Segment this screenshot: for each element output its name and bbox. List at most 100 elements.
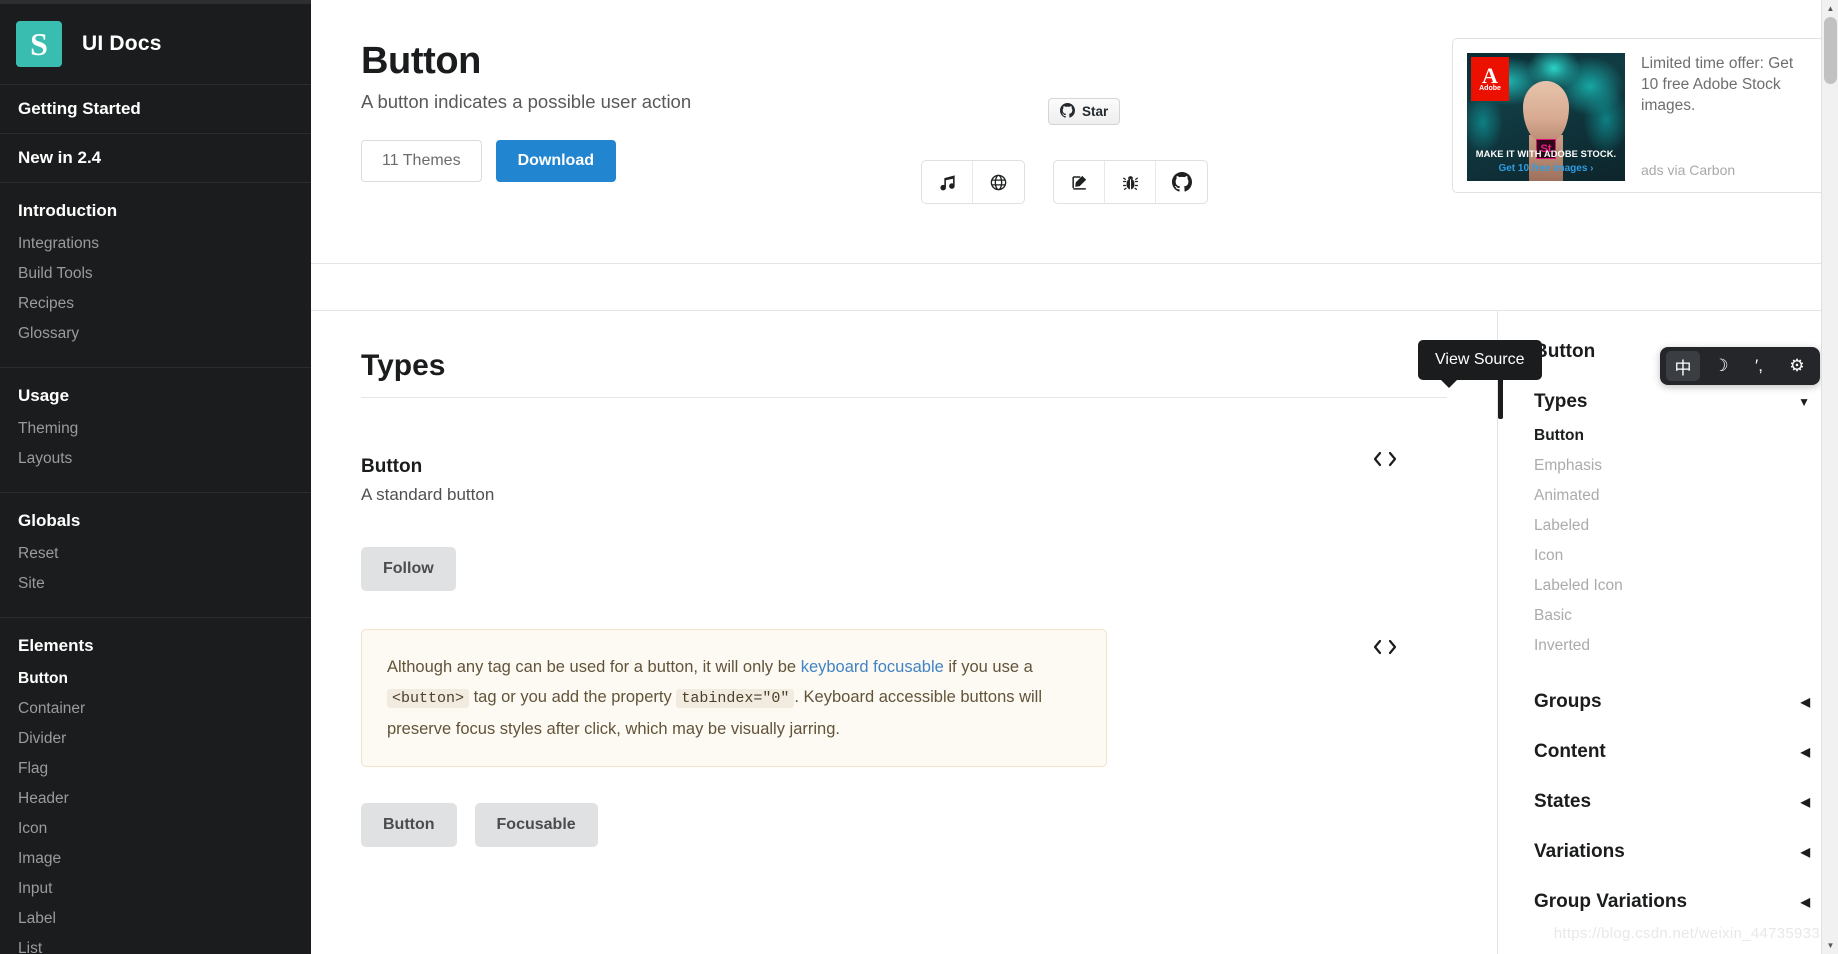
section-heading-types: Types bbox=[361, 349, 446, 382]
note-text-3: tag or you add the property bbox=[469, 688, 677, 706]
sidebar-item-integrations[interactable]: Integrations bbox=[0, 229, 311, 259]
github-icon[interactable] bbox=[1156, 161, 1207, 203]
brand-block[interactable]: S UI Docs bbox=[0, 4, 311, 85]
ad-image[interactable]: A Adobe St MAKE IT WITH ADOBE STOCK. Get… bbox=[1467, 53, 1625, 181]
sidebar-group-title-globals: Globals bbox=[18, 511, 81, 530]
sidebar-group-globals: Globals Reset Site bbox=[0, 493, 311, 618]
right-nav-section-label-states: States bbox=[1534, 791, 1592, 812]
sidebar-group-title-elements: Elements bbox=[18, 636, 94, 655]
demo-button-button[interactable]: Button bbox=[361, 803, 457, 847]
globe-icon[interactable] bbox=[973, 161, 1024, 203]
ad-caption: MAKE IT WITH ADOBE STOCK. bbox=[1475, 149, 1617, 159]
right-nav-item-button[interactable]: Button bbox=[1534, 421, 1810, 451]
punctuation-icon[interactable]: ′, bbox=[1742, 351, 1776, 381]
vertical-scrollbar[interactable]: ▲ ▼ bbox=[1821, 0, 1838, 954]
icon-group-left bbox=[921, 160, 1025, 204]
app-root: S UI Docs Getting Started New in 2.4 Int… bbox=[0, 0, 1838, 954]
adobe-a-glyph: A bbox=[1482, 63, 1498, 88]
sidebar-item-glossary[interactable]: Glossary bbox=[0, 319, 311, 349]
page-header: Button A button indicates a possible use… bbox=[311, 0, 1838, 264]
github-star-label: Star bbox=[1082, 104, 1109, 119]
sidebar-link-getting-started[interactable]: Getting Started bbox=[0, 85, 311, 134]
sidebar-item-header[interactable]: Header bbox=[0, 784, 311, 814]
sidebar-item-divider[interactable]: Divider bbox=[0, 724, 311, 754]
github-mark-icon bbox=[1060, 102, 1075, 121]
brand-title: UI Docs bbox=[82, 32, 162, 55]
view-source-toggle-bottom[interactable] bbox=[1373, 638, 1397, 656]
sidebar-item-image[interactable]: Image bbox=[0, 844, 311, 874]
sidebar-item-site[interactable]: Site bbox=[0, 569, 311, 599]
sidebar-item-theming[interactable]: Theming bbox=[0, 414, 311, 444]
scroll-down-arrow-icon[interactable]: ▼ bbox=[1822, 937, 1838, 954]
floating-toolbar: 中 ☽ ′, ⚙ bbox=[1660, 347, 1820, 385]
demo-button-focusable[interactable]: Focusable bbox=[474, 803, 598, 847]
left-sidebar: S UI Docs Getting Started New in 2.4 Int… bbox=[0, 0, 311, 954]
bug-icon[interactable] bbox=[1105, 161, 1156, 203]
right-nav-item-animated[interactable]: Animated bbox=[1534, 481, 1810, 511]
sidebar-item-build-tools[interactable]: Build Tools bbox=[0, 259, 311, 289]
ad-attribution[interactable]: ads via Carbon bbox=[1641, 162, 1735, 178]
sidebar-item-input[interactable]: Input bbox=[0, 874, 311, 904]
view-source-toggle-top[interactable] bbox=[1373, 450, 1397, 468]
right-nav-section-group-variations[interactable]: Group Variations ◀ bbox=[1534, 883, 1810, 921]
sidebar-item-recipes[interactable]: Recipes bbox=[0, 289, 311, 319]
demo-row-buttons: Button Focusable bbox=[361, 803, 1447, 847]
right-nav-item-inverted[interactable]: Inverted bbox=[1534, 631, 1810, 661]
sidebar-item-container[interactable]: Container bbox=[0, 694, 311, 724]
scrollbar-thumb[interactable] bbox=[1824, 17, 1837, 84]
sidebar-group-elements: Elements Button Container Divider Flag H… bbox=[0, 618, 311, 954]
carbon-ad[interactable]: A Adobe St MAKE IT WITH ADOBE STOCK. Get… bbox=[1452, 38, 1828, 193]
right-nav-section-label-groups: Groups bbox=[1534, 691, 1602, 712]
sidebar-link-new-in[interactable]: New in 2.4 bbox=[0, 134, 311, 183]
right-nav-section-label-content: Content bbox=[1534, 741, 1606, 762]
ad-cta-link[interactable]: Get 10 free images › bbox=[1467, 163, 1625, 174]
sidebar-item-list[interactable]: List bbox=[0, 934, 311, 954]
right-nav-section-groups[interactable]: Groups ◀ bbox=[1534, 683, 1810, 721]
download-button[interactable]: Download bbox=[495, 140, 616, 182]
ad-headline[interactable]: Limited time offer: Get 10 free Adobe St… bbox=[1641, 53, 1813, 116]
gear-icon[interactable]: ⚙ bbox=[1780, 351, 1814, 381]
documentation-column: Types Button A standard button Follow Al… bbox=[311, 311, 1498, 954]
sidebar-item-button[interactable]: Button bbox=[0, 664, 311, 694]
themes-button[interactable]: 11 Themes bbox=[361, 140, 482, 182]
brand-logo: S bbox=[16, 21, 62, 67]
sidebar-item-label[interactable]: Label bbox=[0, 904, 311, 934]
sidebar-item-flag[interactable]: Flag bbox=[0, 754, 311, 784]
right-nav-section-states[interactable]: States ◀ bbox=[1534, 783, 1810, 821]
right-nav-section-label-types: Types bbox=[1534, 391, 1588, 412]
right-nav-section-variations[interactable]: Variations ◀ bbox=[1534, 833, 1810, 871]
sidebar-item-layouts[interactable]: Layouts bbox=[0, 444, 311, 474]
subsection-title: Button bbox=[361, 456, 423, 477]
content-wrap: Types Button A standard button Follow Al… bbox=[311, 311, 1838, 954]
sidebar-group-usage: Usage Theming Layouts bbox=[0, 368, 311, 493]
sidebar-item-reset[interactable]: Reset bbox=[0, 539, 311, 569]
music-note-icon[interactable] bbox=[922, 161, 973, 203]
right-nav-section-label-group-variations: Group Variations bbox=[1534, 891, 1688, 912]
github-star-button[interactable]: Star bbox=[1048, 98, 1121, 125]
dark-mode-moon-icon[interactable]: ☽ bbox=[1704, 351, 1738, 381]
chevron-down-icon: ▼ bbox=[1798, 395, 1810, 409]
right-nav-item-basic[interactable]: Basic bbox=[1534, 601, 1810, 631]
edit-icon[interactable] bbox=[1054, 161, 1105, 203]
header-icon-groups bbox=[921, 160, 1208, 204]
note-code-tabindex: tabindex="0" bbox=[676, 689, 795, 708]
language-toggle-icon[interactable]: 中 bbox=[1666, 351, 1700, 381]
subsection-button: Button A standard button Follow Although… bbox=[361, 451, 1447, 847]
ad-text-block: Limited time offer: Get 10 free Adobe St… bbox=[1625, 53, 1813, 178]
chevron-left-icon-group-variations: ◀ bbox=[1800, 895, 1810, 909]
sidebar-item-icon[interactable]: Icon bbox=[0, 814, 311, 844]
scroll-up-arrow-icon[interactable]: ▲ bbox=[1822, 0, 1838, 17]
right-nav-section-types[interactable]: Types ▼ bbox=[1534, 383, 1810, 421]
right-nav-section-content[interactable]: Content ◀ bbox=[1534, 733, 1810, 771]
note-code-button-tag: <button> bbox=[387, 689, 470, 708]
right-nav-item-icon[interactable]: Icon bbox=[1534, 541, 1810, 571]
main-column: Button A button indicates a possible use… bbox=[311, 0, 1838, 954]
adobe-logo-icon: A Adobe bbox=[1471, 57, 1509, 101]
right-nav-item-labeled[interactable]: Labeled bbox=[1534, 511, 1810, 541]
right-nav-item-emphasis[interactable]: Emphasis bbox=[1534, 451, 1810, 481]
follow-button[interactable]: Follow bbox=[361, 547, 456, 591]
right-nav-item-labeled-icon[interactable]: Labeled Icon bbox=[1534, 571, 1810, 601]
chevron-left-icon-content: ◀ bbox=[1800, 745, 1810, 759]
chevron-left-icon-groups: ◀ bbox=[1800, 695, 1810, 709]
keyboard-focusable-link[interactable]: keyboard focusable bbox=[801, 658, 944, 676]
